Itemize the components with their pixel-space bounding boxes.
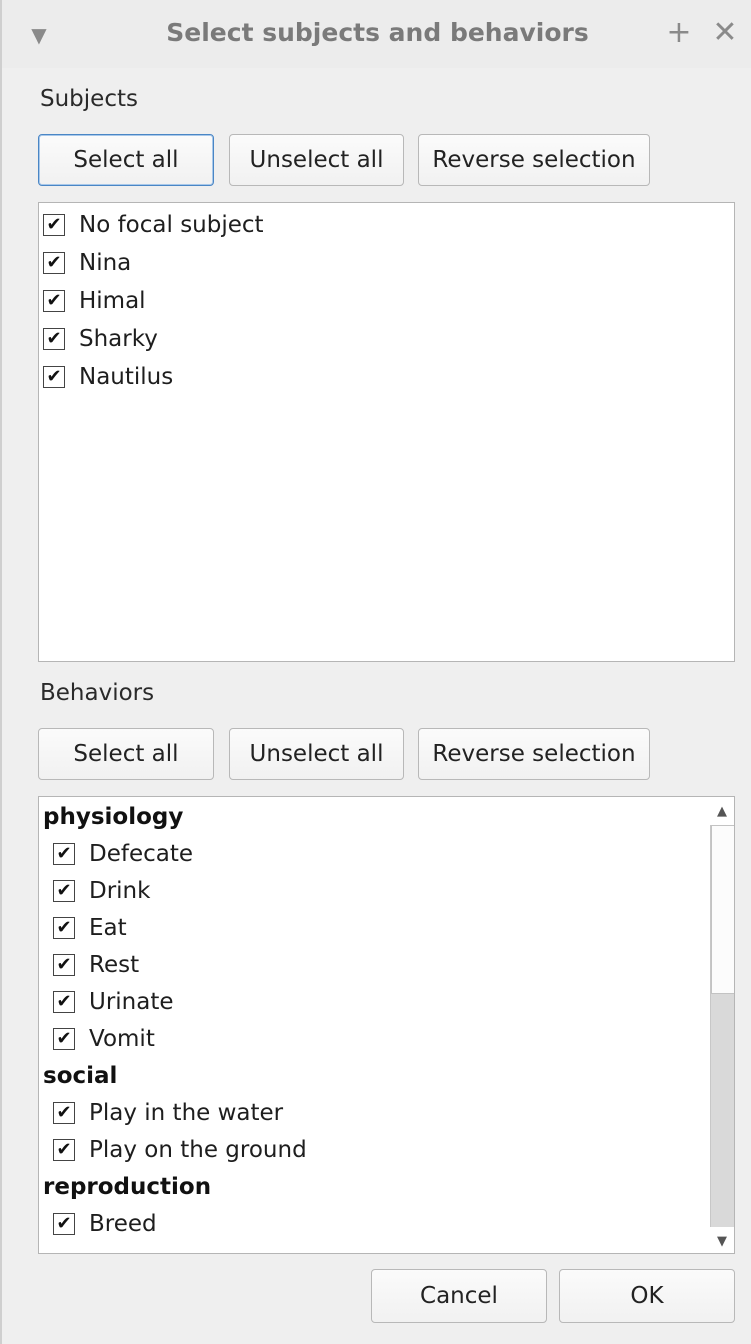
checkbox[interactable]: ✔: [53, 843, 75, 865]
behaviors-unselect-all-button[interactable]: Unselect all: [229, 728, 404, 780]
float-icon[interactable]: +: [664, 16, 694, 50]
behavior-label: Breed: [89, 1211, 157, 1237]
subjects-label: Subjects: [40, 86, 138, 112]
subject-list-item[interactable]: ✔ Nina: [43, 245, 131, 281]
behavior-list-item[interactable]: ✔ Play on the ground: [53, 1132, 307, 1168]
checkbox[interactable]: ✔: [53, 1139, 75, 1161]
behavior-label: Urinate: [89, 989, 174, 1015]
checkbox[interactable]: ✔: [53, 917, 75, 939]
checkbox[interactable]: ✔: [43, 366, 65, 388]
close-icon[interactable]: ✕: [710, 16, 740, 50]
behavior-label: Vomit: [89, 1026, 155, 1052]
checkbox[interactable]: ✔: [53, 954, 75, 976]
subject-label: Sharky: [79, 326, 158, 352]
behavior-label: Defecate: [89, 841, 194, 867]
behavior-category: social: [43, 1063, 118, 1089]
checkbox[interactable]: ✔: [53, 1102, 75, 1124]
behavior-list-item[interactable]: ✔ Eat: [53, 910, 127, 946]
behavior-label: Play on the ground: [89, 1137, 307, 1163]
checkbox[interactable]: ✔: [43, 252, 65, 274]
scroll-up-arrow-icon[interactable]: ▲: [710, 797, 734, 825]
checkbox[interactable]: ✔: [43, 328, 65, 350]
subject-label: Nautilus: [79, 364, 174, 390]
behavior-category: physiology: [43, 804, 184, 830]
subject-list-item[interactable]: ✔ No focal subject: [43, 207, 264, 243]
subject-label: Nina: [79, 250, 132, 276]
title-bar[interactable]: ▼ Select subjects and behaviors + ✕: [2, 0, 751, 68]
cancel-button[interactable]: Cancel: [371, 1269, 547, 1323]
checkbox[interactable]: ✔: [53, 1213, 75, 1235]
behavior-label: Rest: [89, 952, 140, 978]
behaviors-select-all-button[interactable]: Select all: [38, 728, 214, 780]
subject-list-item[interactable]: ✔ Sharky: [43, 321, 158, 357]
scrollbar-track[interactable]: [710, 825, 734, 1227]
subject-label: Himal: [79, 288, 146, 314]
dialog-window: ▼ Select subjects and behaviors + ✕ Subj…: [0, 0, 751, 1344]
checkbox[interactable]: ✔: [43, 290, 65, 312]
ok-button[interactable]: OK: [559, 1269, 735, 1323]
behavior-label: Drink: [89, 878, 151, 904]
behavior-list-item[interactable]: ✔ Urinate: [53, 984, 174, 1020]
behavior-category: reproduction: [43, 1174, 212, 1200]
behavior-label: Eat: [89, 915, 127, 941]
behavior-label: Play in the water: [89, 1100, 284, 1126]
subject-label: No focal subject: [79, 212, 264, 238]
behavior-list-item[interactable]: ✔ Drink: [53, 873, 150, 909]
behavior-list-item[interactable]: ✔ Rest: [53, 947, 139, 983]
subject-list-item[interactable]: ✔ Nautilus: [43, 359, 173, 395]
window-title: Select subjects and behaviors: [166, 18, 589, 47]
subjects-select-all-button[interactable]: Select all: [38, 134, 214, 186]
behaviors-reverse-selection-button[interactable]: Reverse selection: [418, 728, 650, 780]
subjects-list[interactable]: ✔ No focal subject ✔ Nina ✔ Himal ✔ Sharky ✔ Naut…: [38, 202, 735, 662]
checkbox[interactable]: ✔: [53, 1028, 75, 1050]
subjects-reverse-selection-button[interactable]: Reverse selection: [418, 134, 650, 186]
subject-list-item[interactable]: ✔ Himal: [43, 283, 146, 319]
behavior-list-item[interactable]: ✔ Play in the water: [53, 1095, 283, 1131]
checkbox[interactable]: ✔: [53, 880, 75, 902]
behaviors-label: Behaviors: [40, 680, 155, 706]
behavior-list-item[interactable]: ✔ Vomit: [53, 1021, 155, 1057]
subjects-unselect-all-button[interactable]: Unselect all: [229, 134, 404, 186]
behavior-list-item[interactable]: ✔ Defecate: [53, 836, 193, 872]
scrollbar-thumb[interactable]: [711, 825, 734, 994]
scroll-down-arrow-icon[interactable]: ▼: [710, 1227, 734, 1253]
behaviors-list[interactable]: ▲ ▼ physiology ✔ Defecate ✔ Drink ✔ Eat ✔ Rest ✔ U…: [38, 796, 735, 1254]
behavior-list-item[interactable]: ✔ Breed: [53, 1206, 157, 1242]
checkbox[interactable]: ✔: [43, 214, 65, 236]
checkbox[interactable]: ✔: [53, 991, 75, 1013]
